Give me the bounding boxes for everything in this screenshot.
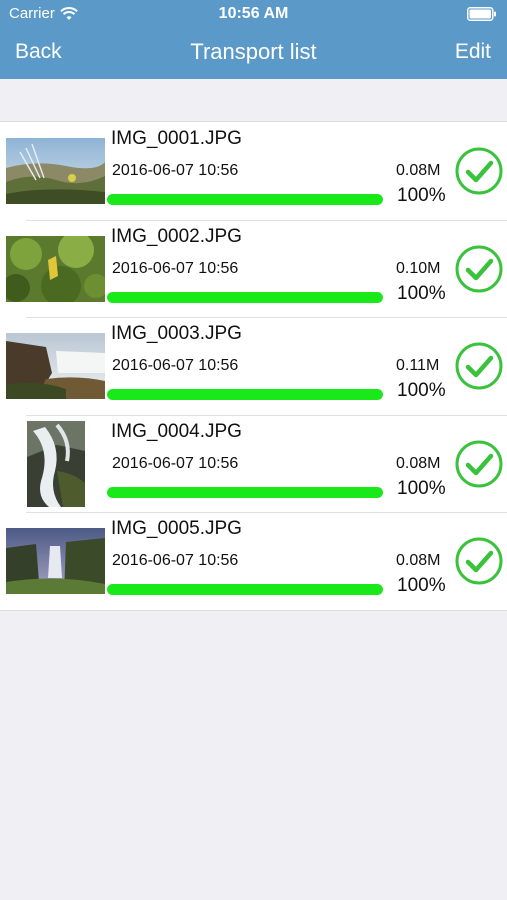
- page-title: Transport list: [190, 39, 317, 64]
- check-circle-icon: [455, 147, 503, 195]
- progress-bar-fill: [107, 486, 383, 498]
- progress-percent: 100%: [397, 185, 446, 206]
- progress-percent: 100%: [397, 380, 446, 402]
- progress-percent: 100%: [397, 477, 446, 499]
- check-circle-icon: [455, 537, 503, 585]
- file-size: 0.08M: [396, 552, 441, 570]
- progress-bar: [107, 291, 383, 303]
- progress-bar: [107, 584, 383, 596]
- transfer-row[interactable]: IMG_0001.JPG 2016-06-07 10:56 0.08M 100%: [0, 122, 507, 220]
- file-name: IMG_0003.JPG: [111, 323, 242, 345]
- check-circle-icon: [455, 440, 503, 488]
- navigation-bar: Back Transport list Edit: [0, 28, 507, 79]
- thumbnail-image: [27, 420, 85, 507]
- edit-button[interactable]: Edit: [455, 40, 491, 64]
- battery-icon: [467, 7, 497, 21]
- progress-bar: [107, 389, 383, 401]
- transfer-row[interactable]: IMG_0005.JPG 2016-06-07 10:56 0.08M 100%: [0, 512, 507, 610]
- progress-percent: 100%: [397, 282, 446, 304]
- thumbnail-image: [6, 235, 105, 302]
- file-date: 2016-06-07 10:56: [112, 259, 239, 277]
- progress-bar: [107, 486, 383, 498]
- file-name: IMG_0001.JPG: [111, 128, 242, 149]
- thumbnail-image: [6, 528, 105, 595]
- file-date: 2016-06-07 10:56: [112, 552, 239, 570]
- file-name: IMG_0002.JPG: [111, 225, 242, 247]
- progress-bar-fill: [107, 194, 383, 205]
- file-size: 0.10M: [396, 259, 441, 277]
- file-name: IMG_0005.JPG: [111, 518, 242, 540]
- top-bar: Carrier 10:56 AM Back Transport list Edi…: [0, 0, 507, 79]
- progress-bar: [107, 194, 383, 205]
- file-size: 0.11M: [396, 357, 440, 375]
- transfer-list: IMG_0001.JPG 2016-06-07 10:56 0.08M 100%: [0, 121, 507, 611]
- check-circle-icon: [455, 245, 503, 293]
- file-size: 0.08M: [396, 454, 441, 472]
- status-clock: 10:56 AM: [218, 5, 289, 22]
- check-circle-icon: [455, 342, 503, 390]
- progress-bar-fill: [107, 389, 383, 401]
- transfer-row[interactable]: IMG_0002.JPG 2016-06-07 10:56 0.10M 100%: [0, 219, 507, 318]
- file-date: 2016-06-07 10:56: [112, 454, 239, 472]
- progress-percent: 100%: [397, 575, 446, 597]
- transfer-row[interactable]: IMG_0004.JPG 2016-06-07 10:56 0.08M 100%: [0, 414, 507, 513]
- file-date: 2016-06-07 10:56: [112, 162, 239, 179]
- transfer-row[interactable]: IMG_0003.JPG 2016-06-07 10:56 0.11M 100%: [0, 317, 507, 415]
- status-bar: Carrier 10:56 AM: [0, 0, 507, 28]
- file-date: 2016-06-07 10:56: [112, 357, 239, 375]
- thumbnail-image: [6, 333, 105, 400]
- file-name: IMG_0004.JPG: [111, 420, 242, 442]
- progress-bar-fill: [107, 291, 383, 303]
- file-size: 0.08M: [396, 162, 441, 179]
- progress-bar-fill: [107, 584, 383, 596]
- thumbnail-image: [6, 138, 105, 204]
